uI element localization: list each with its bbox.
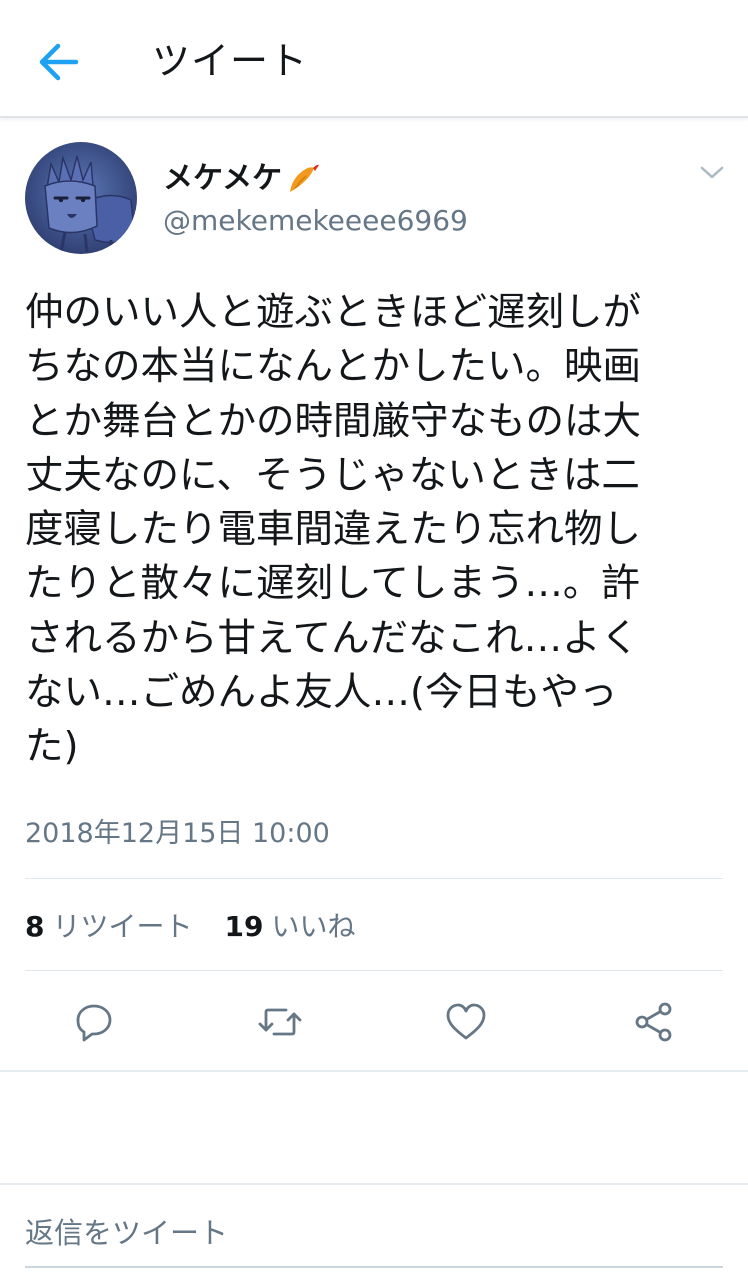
retweet-label: リツイート: [52, 910, 193, 943]
retweet-icon: [258, 1008, 302, 1036]
reply-input[interactable]: 返信をツイート: [25, 1208, 723, 1258]
divider: [25, 970, 723, 971]
reply-button[interactable]: [70, 998, 118, 1046]
fried-shrimp-emoji-icon: [290, 164, 320, 192]
tweet-action-bar: [0, 990, 748, 1054]
divider: [25, 878, 723, 879]
share-icon: [635, 1002, 672, 1042]
chevron-down-icon: [700, 166, 724, 179]
avatar-image: [25, 142, 137, 254]
page-title: ツイート: [152, 39, 309, 83]
retweet-button[interactable]: [256, 998, 304, 1046]
share-button[interactable]: [630, 998, 678, 1046]
back-button[interactable]: [26, 34, 90, 90]
author-handle[interactable]: @mekemekeeee6969: [163, 203, 468, 239]
app-header: ツイート: [0, 0, 748, 118]
tweet-detail-screen: ツイート メケメケ @mekemekeeee6969 仲のいい人と遊ぶときほど遅…: [0, 0, 748, 1280]
reply-input-underline: [25, 1266, 723, 1268]
reply-placeholder: 返信をツイート: [25, 1216, 229, 1250]
tweet-options-caret[interactable]: [694, 158, 730, 188]
arrow-left-icon: [39, 43, 79, 81]
retweet-stat[interactable]: 8 リツイート: [25, 906, 193, 948]
display-name-text: メケメケ: [163, 161, 283, 196]
tweet-timestamp[interactable]: 2018年12月15日 10:00: [25, 814, 330, 854]
like-button[interactable]: [442, 998, 490, 1046]
like-heart-icon: [446, 1003, 486, 1040]
tweet-text: 仲のいい人と遊ぶときほど遅刻しが ちなの本当になんとかしたい。映画 とか舞台とか…: [25, 290, 642, 770]
section-divider: [0, 1070, 748, 1072]
like-stat[interactable]: 19 いいね: [225, 906, 356, 948]
reply-icon: [76, 1004, 112, 1042]
retweet-count: 8: [25, 910, 45, 943]
section-divider: [0, 1183, 748, 1185]
author-display-name[interactable]: メケメケ: [163, 160, 320, 198]
tweet-stats: 8 リツイート 19 いいね: [25, 906, 355, 948]
like-count: 19: [224, 910, 264, 943]
avatar[interactable]: [25, 142, 137, 254]
like-label: いいね: [271, 910, 356, 943]
